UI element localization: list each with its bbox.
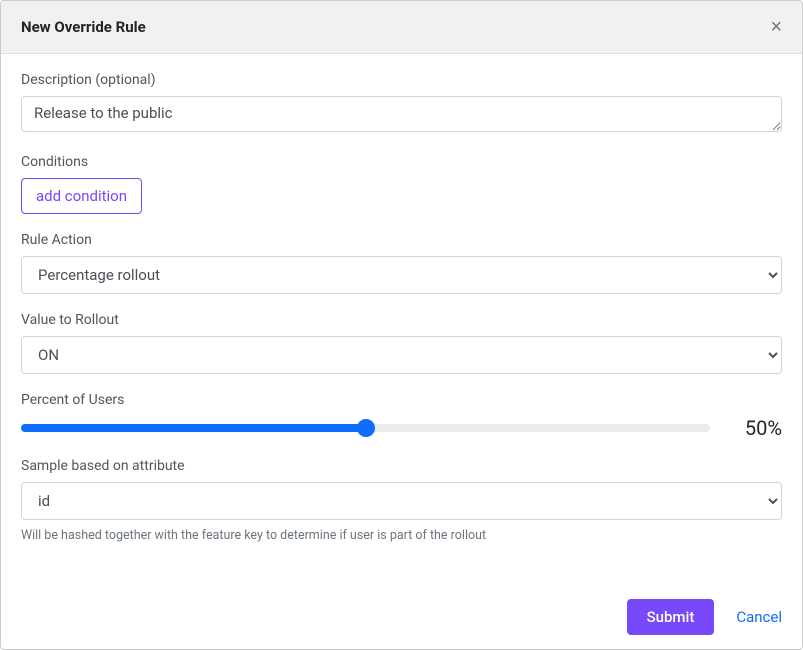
slider-fill [21,424,366,432]
modal-header: New Override Rule × [1,1,802,54]
modal-body: Description (optional) Release to the pu… [1,54,802,585]
value-rollout-group: Value to Rollout ON [21,312,782,374]
description-group: Description (optional) Release to the pu… [21,72,782,136]
slider-row: 50% [21,416,782,440]
rule-action-label: Rule Action [21,232,782,248]
percent-slider[interactable] [21,418,710,438]
percent-value: 50% [734,416,782,440]
value-rollout-label: Value to Rollout [21,312,782,328]
percent-users-label: Percent of Users [21,392,782,408]
description-label: Description (optional) [21,72,782,88]
override-rule-modal: New Override Rule × Description (optiona… [0,0,803,650]
value-rollout-select[interactable]: ON [21,336,782,374]
sample-help-text: Will be hashed together with the feature… [21,528,782,543]
submit-button[interactable]: Submit [627,599,715,635]
modal-footer: Submit Cancel [1,585,802,649]
description-input[interactable]: Release to the public [21,96,782,132]
slider-thumb[interactable] [357,419,375,437]
sample-attribute-label: Sample based on attribute [21,458,782,474]
conditions-group: Conditions add condition [21,154,782,214]
close-button[interactable]: × [770,17,782,37]
sample-attribute-group: Sample based on attribute id Will be has… [21,458,782,543]
close-icon: × [770,16,782,38]
modal-title: New Override Rule [21,18,146,36]
add-condition-button[interactable]: add condition [21,178,142,214]
percent-users-group: Percent of Users 50% [21,392,782,440]
sample-attribute-select[interactable]: id [21,482,782,520]
rule-action-group: Rule Action Percentage rollout [21,232,782,294]
cancel-button[interactable]: Cancel [736,608,782,626]
slider-track [21,424,710,432]
conditions-label: Conditions [21,154,782,170]
rule-action-select[interactable]: Percentage rollout [21,256,782,294]
